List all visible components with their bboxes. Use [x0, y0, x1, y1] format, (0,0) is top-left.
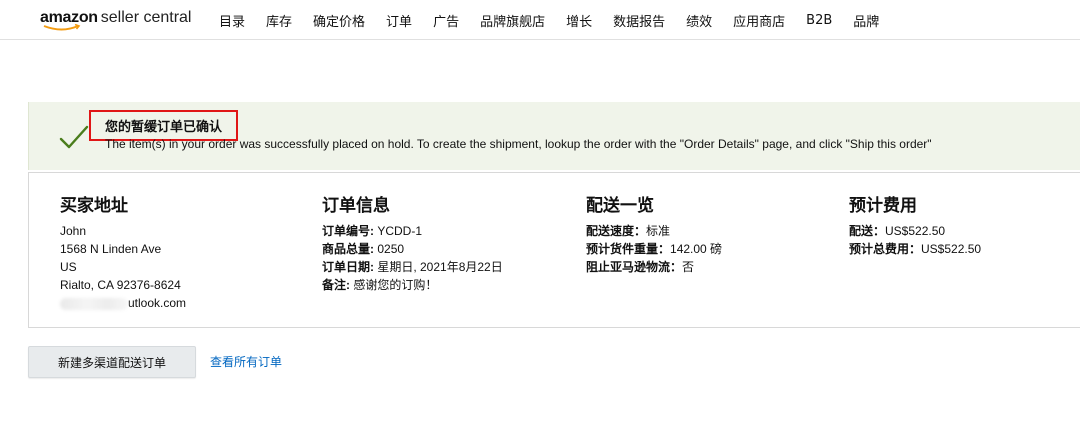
- order-number-label: 订单编号:: [322, 224, 374, 238]
- total-fee-value: US$522.50: [921, 242, 982, 256]
- shipping-weight-row: 预计货件重量：142.00 磅: [586, 240, 722, 258]
- nav-stores[interactable]: 品牌旗舰店: [480, 11, 545, 30]
- nav-appstore[interactable]: 应用商店: [733, 11, 785, 30]
- order-total-label: 商品总量:: [322, 242, 374, 256]
- nav-pricing[interactable]: 确定价格: [313, 11, 365, 30]
- shipping-weight-value: 142.00 磅: [670, 242, 723, 256]
- shipping-speed-label: 配送速度：: [586, 224, 647, 238]
- shipping-fee-row: 配送：US$522.50: [849, 222, 981, 240]
- create-mcf-order-button[interactable]: 新建多渠道配送订单: [28, 346, 196, 378]
- shipping-fee-value: US$522.50: [885, 224, 946, 238]
- shipping-heading: 配送一览: [586, 196, 654, 216]
- view-all-orders-link[interactable]: 查看所有订单: [210, 353, 282, 370]
- buyer-address-section: 买家地址 John 1568 N Linden Ave US Rialto, C…: [60, 191, 186, 312]
- shipping-weight-label: 预计货件重量：: [586, 242, 671, 256]
- order-info-heading: 订单信息: [322, 196, 390, 216]
- logo-sub: seller central: [100, 9, 192, 26]
- nav-advertising[interactable]: 广告: [433, 11, 459, 30]
- fees-section: 预计费用 配送：US$522.50 预计总费用：US$522.50: [849, 191, 981, 258]
- checkmark-icon: [59, 125, 89, 149]
- order-date-value: 星期日, 2021年8月22日: [377, 260, 503, 274]
- total-fee-row: 预计总费用：US$522.50: [849, 240, 981, 258]
- order-date-row: 订单日期: 星期日, 2021年8月22日: [322, 258, 503, 276]
- nav-catalog[interactable]: 目录: [219, 11, 245, 30]
- order-number-row: 订单编号: YCDD-1: [322, 222, 503, 240]
- order-info-section: 订单信息 订单编号: YCDD-1 商品总量: 0250 订单日期: 星期日, …: [322, 191, 503, 294]
- banner-message: The item(s) in your order was successful…: [105, 137, 932, 151]
- nav-performance[interactable]: 绩效: [686, 11, 712, 30]
- buyer-name: John: [60, 224, 87, 238]
- order-number-value: YCDD-1: [377, 224, 423, 238]
- nav-growth[interactable]: 增长: [566, 11, 592, 30]
- shipping-speed-row: 配送速度：标准: [586, 222, 722, 240]
- block-fba-label: 阻止亚马逊物流：: [586, 260, 683, 274]
- redacted-blur: [60, 297, 128, 310]
- buyer-street: 1568 N Linden Ave: [60, 242, 162, 256]
- shipping-section: 配送一览 配送速度：标准 预计货件重量：142.00 磅 阻止亚马逊物流：否: [586, 191, 722, 276]
- order-summary-card: 买家地址 John 1568 N Linden Ave US Rialto, C…: [28, 172, 1080, 328]
- order-note-value: 感谢您的订购！: [353, 278, 438, 292]
- order-note-label: 备注:: [322, 278, 350, 292]
- block-fba-value: 否: [682, 260, 695, 274]
- nav-b2b[interactable]: B2B: [806, 13, 832, 28]
- nav-orders[interactable]: 订单: [386, 11, 412, 30]
- buyer-address-heading: 买家地址: [60, 196, 128, 216]
- amazon-seller-central-logo[interactable]: amazon seller central: [40, 7, 191, 35]
- nav-brands[interactable]: 品牌: [853, 11, 879, 30]
- total-fee-label: 预计总费用：: [849, 242, 922, 256]
- shipping-fee-label: 配送：: [849, 224, 886, 238]
- order-note-row: 备注: 感谢您的订购！: [322, 276, 503, 294]
- success-banner: 您的暂缓订单已确认 The item(s) in your order was …: [28, 102, 1080, 170]
- order-date-label: 订单日期:: [322, 260, 374, 274]
- buyer-country: US: [60, 260, 77, 274]
- nav-inventory[interactable]: 库存: [266, 11, 292, 30]
- order-total-row: 商品总量: 0250: [322, 240, 503, 258]
- fees-heading: 预计费用: [849, 196, 917, 216]
- nav-reports[interactable]: 数据报告: [613, 11, 665, 30]
- block-fba-row: 阻止亚马逊物流：否: [586, 258, 722, 276]
- main-nav: 目录 库存 确定价格 订单 广告 品牌旗舰店 增长 数据报告 绩效 应用商店 B…: [219, 0, 900, 40]
- amazon-smile-icon: [43, 24, 81, 31]
- order-total-value: 0250: [377, 242, 405, 256]
- buyer-email-text: utlook.com: [128, 296, 187, 310]
- buyer-city: Rialto, CA 92376-8624: [60, 278, 181, 292]
- buyer-email: utlook.com: [60, 294, 186, 312]
- top-navigation-bar: amazon seller central 目录 库存 确定价格 订单 广告 品牌…: [0, 0, 1080, 40]
- shipping-speed-value: 标准: [646, 224, 671, 238]
